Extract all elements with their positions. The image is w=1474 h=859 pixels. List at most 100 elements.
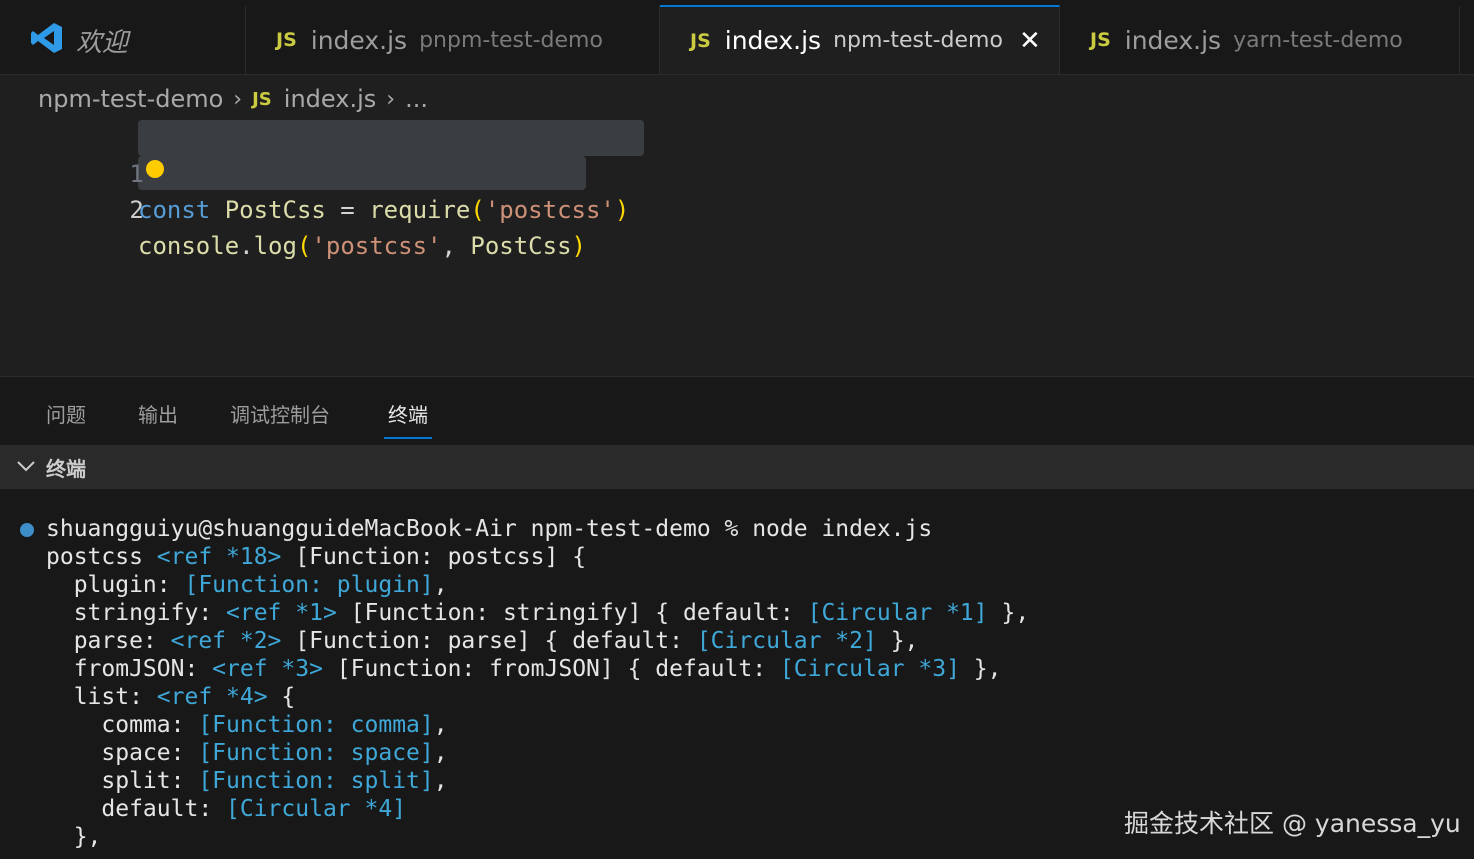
terminal-text: space: (46, 740, 199, 766)
tab-index-pnpm[interactable]: JS index.js pnpm-test-demo (246, 6, 660, 74)
terminal-ref-token: [Circular *1] (807, 600, 988, 626)
token-string: 'postcss' (484, 196, 615, 224)
terminal-text: comma: (46, 712, 199, 738)
tab-index-yarn[interactable]: JS index.js yarn-test-demo (1060, 6, 1460, 74)
terminal-ref-token: [Function: comma] (198, 712, 434, 738)
js-file-icon: JS (252, 88, 272, 110)
terminal-text: }, (959, 656, 1002, 682)
tab-description: npm-test-demo (833, 28, 1003, 53)
terminal-text: [Function: parse] { default: (281, 628, 697, 654)
terminal-text: , (433, 712, 448, 738)
selection-highlight (138, 120, 644, 156)
terminal-ref-token: [Circular *3] (779, 656, 960, 682)
terminal-line: list: <ref *4> { (46, 683, 296, 711)
terminal-text: default: (46, 796, 227, 822)
tab-filename: index.js (724, 26, 822, 55)
tab-debug-console[interactable]: 调试控制台 (230, 399, 330, 428)
vscode-logo-icon (30, 21, 64, 59)
terminal-line: postcss <ref *18> [Function: postcss] { (46, 543, 586, 571)
token-function: log (253, 232, 297, 260)
terminal-text: plugin: (46, 572, 185, 598)
token-paren: ) (614, 196, 630, 224)
terminal-text: stringify: (46, 600, 227, 626)
terminal-line: plugin: [Function: plugin], (46, 571, 448, 599)
bottom-panel: 问题 输出 调试控制台 终端 终端 shuangguiyu@shuangguid… (0, 376, 1474, 859)
panel-tabs: 问题 输出 调试控制台 终端 (0, 377, 1474, 445)
terminal-line: space: [Function: space], (46, 739, 448, 767)
terminal-text: [Function: stringify] { default: (336, 600, 808, 626)
terminal-text: , (433, 572, 448, 598)
terminal-line: }, (46, 823, 102, 851)
js-file-icon: JS (1090, 29, 1111, 51)
tab-terminal[interactable]: 终端 (384, 399, 432, 439)
terminal-text: }, (876, 628, 919, 654)
tab-problems[interactable]: 问题 (46, 399, 86, 428)
token-keyword: const (138, 196, 211, 224)
code-line[interactable]: 2 console.log('postcss', PostCss) (0, 156, 586, 260)
selection-highlight (138, 156, 586, 190)
terminal-ref-token: [Circular *2] (696, 628, 877, 654)
token-variable: PostCss (470, 232, 572, 260)
breadcrumb-more[interactable]: ... (405, 85, 428, 113)
breadcrumb-file[interactable]: index.js (284, 85, 376, 113)
terminal-prompt: shuangguiyu@shuangguideMacBook-Air npm-t… (46, 516, 933, 542)
terminal-text: parse: (46, 628, 171, 654)
terminal-ref-token: <ref *3> (212, 656, 323, 682)
terminal-ref-token: <ref *4> (156, 684, 268, 710)
terminal-text: , (433, 768, 448, 794)
terminal-text: split: (46, 768, 199, 794)
code-line[interactable]: 1 const PostCss = require('postcss') (0, 120, 629, 224)
token-function: require (369, 196, 471, 224)
chevron-right-icon: › (386, 86, 396, 112)
token-variable: PostCss (224, 196, 326, 224)
terminal-ref-token: <ref *1> (226, 600, 337, 626)
terminal-line: fromJSON: <ref *3> [Function: fromJSON] … (46, 655, 1002, 683)
token-operator: = (325, 196, 370, 224)
token-paren: ( (296, 232, 312, 260)
command-status-dot[interactable] (20, 523, 34, 537)
terminal-ref-token: <ref *2> (170, 628, 282, 654)
terminal-text: , (433, 740, 448, 766)
breadcrumb-folder[interactable]: npm-test-demo (38, 85, 223, 113)
terminal-text: postcss (46, 544, 157, 570)
token-paren: ( (470, 196, 485, 224)
watermark: 掘金技术社区 @ yanessa_yu (1124, 809, 1461, 838)
tab-description: yarn-test-demo (1233, 27, 1403, 53)
tab-output[interactable]: 输出 (138, 399, 178, 428)
chevron-down-icon[interactable] (16, 458, 36, 477)
line-number: 2 (129, 196, 144, 224)
terminal-line: stringify: <ref *1> [Function: stringify… (46, 599, 1029, 627)
token-paren: ) (571, 232, 586, 260)
terminal-section-header[interactable]: 终端 (0, 445, 1474, 489)
lightbulb-icon[interactable] (146, 160, 164, 178)
terminal-text: }, (46, 824, 102, 850)
terminal-text: }, (987, 600, 1030, 626)
js-file-icon: JS (276, 29, 297, 51)
token-object: console (138, 232, 240, 260)
close-icon[interactable]: ✕ (1019, 26, 1041, 56)
terminal-text: [Function: fromJSON] { default: (322, 656, 780, 682)
terminal-section-title: 终端 (46, 456, 86, 481)
terminal-text: { (267, 684, 296, 710)
editor-tab-bar: 欢迎 JS index.js pnpm-test-demo JS index.j… (0, 0, 1474, 75)
terminal-line: comma: [Function: comma], (46, 711, 448, 739)
token-comma: , (441, 232, 471, 260)
breadcrumb: npm-test-demo › JS index.js › ... (38, 80, 428, 118)
terminal-line: default: [Circular *4] (46, 795, 406, 823)
terminal-text: list: (46, 684, 157, 710)
terminal-ref-token: [Function: plugin] (184, 572, 434, 598)
terminal-ref-token: [Function: split] (198, 768, 434, 794)
token-string: 'postcss' (311, 232, 442, 260)
code-editor[interactable]: 1 const PostCss = require('postcss') 2 c… (0, 118, 1474, 376)
terminal-ref-token: <ref *18> (156, 544, 282, 570)
chevron-right-icon: › (233, 86, 243, 112)
terminal-ref-token: [Function: space] (198, 740, 434, 766)
js-file-icon: JS (690, 29, 711, 52)
terminal-ref-token: [Circular *4] (226, 796, 407, 822)
terminal-text: [Function: postcss] { (281, 544, 587, 570)
tab-welcome[interactable]: 欢迎 (6, 6, 246, 74)
tab-description: pnpm-test-demo (419, 27, 603, 53)
line-number: 1 (129, 160, 144, 188)
tab-index-npm[interactable]: JS index.js npm-test-demo ✕ (660, 5, 1060, 74)
terminal-text: fromJSON: (46, 656, 213, 682)
